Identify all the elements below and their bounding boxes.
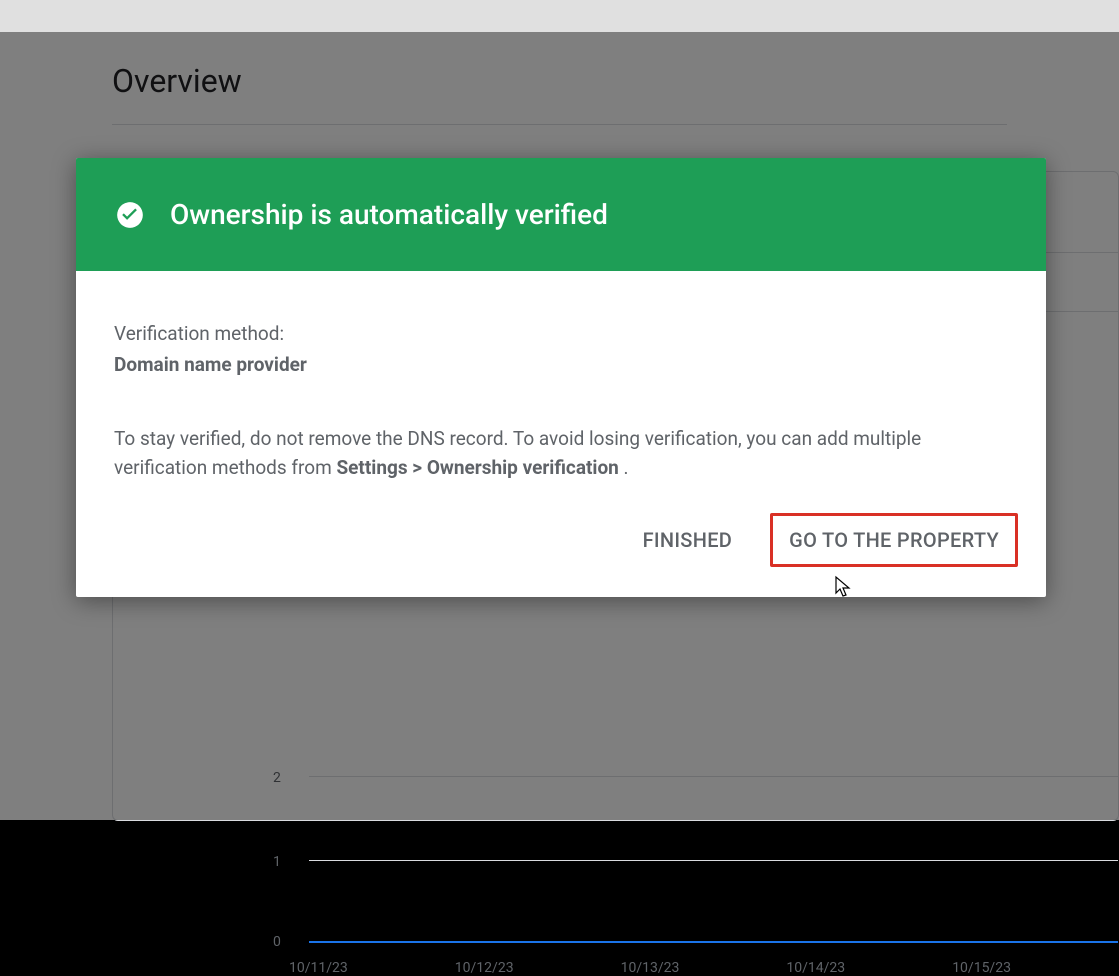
y-axis-tick: 0 (273, 934, 281, 950)
x-axis-tick: 10/11/23 (289, 960, 455, 976)
tutorial-highlight: GO TO THE PROPERTY (770, 513, 1018, 567)
finished-button[interactable]: FINISHED (627, 516, 749, 564)
chart-line (309, 941, 1118, 943)
x-axis-tick: 10/12/23 (455, 960, 621, 976)
gridline (309, 860, 1118, 861)
dialog-actions: FINISHED GO TO THE PROPERTY (76, 513, 1046, 597)
x-axis-tick: 10/13/23 (621, 960, 787, 976)
dialog-header: Ownership is automatically verified (76, 158, 1046, 271)
go-to-property-button[interactable]: GO TO THE PROPERTY (773, 516, 1015, 564)
dialog-title: Ownership is automatically verified (170, 198, 608, 231)
browser-chrome-top (0, 0, 1119, 32)
x-axis-tick: 10/15/23 (952, 960, 1118, 976)
verification-dialog: Ownership is automatically verified Veri… (76, 158, 1046, 597)
verification-method-label: Verification method: (114, 319, 1008, 348)
dialog-body: Verification method: Domain name provide… (76, 271, 1046, 513)
dialog-desc-path: Settings > Ownership verification (336, 456, 618, 479)
x-axis-tick: 10/14/23 (786, 960, 952, 976)
dialog-desc-suffix: . (619, 456, 629, 479)
dialog-description: To stay verified, do not remove the DNS … (114, 424, 1008, 483)
y-axis-tick: 1 (273, 854, 281, 870)
check-circle-icon (116, 201, 144, 229)
verification-method-value: Domain name provider (114, 350, 1008, 379)
x-axis-labels: 10/11/23 10/12/23 10/13/23 10/14/23 10/1… (289, 960, 1118, 976)
